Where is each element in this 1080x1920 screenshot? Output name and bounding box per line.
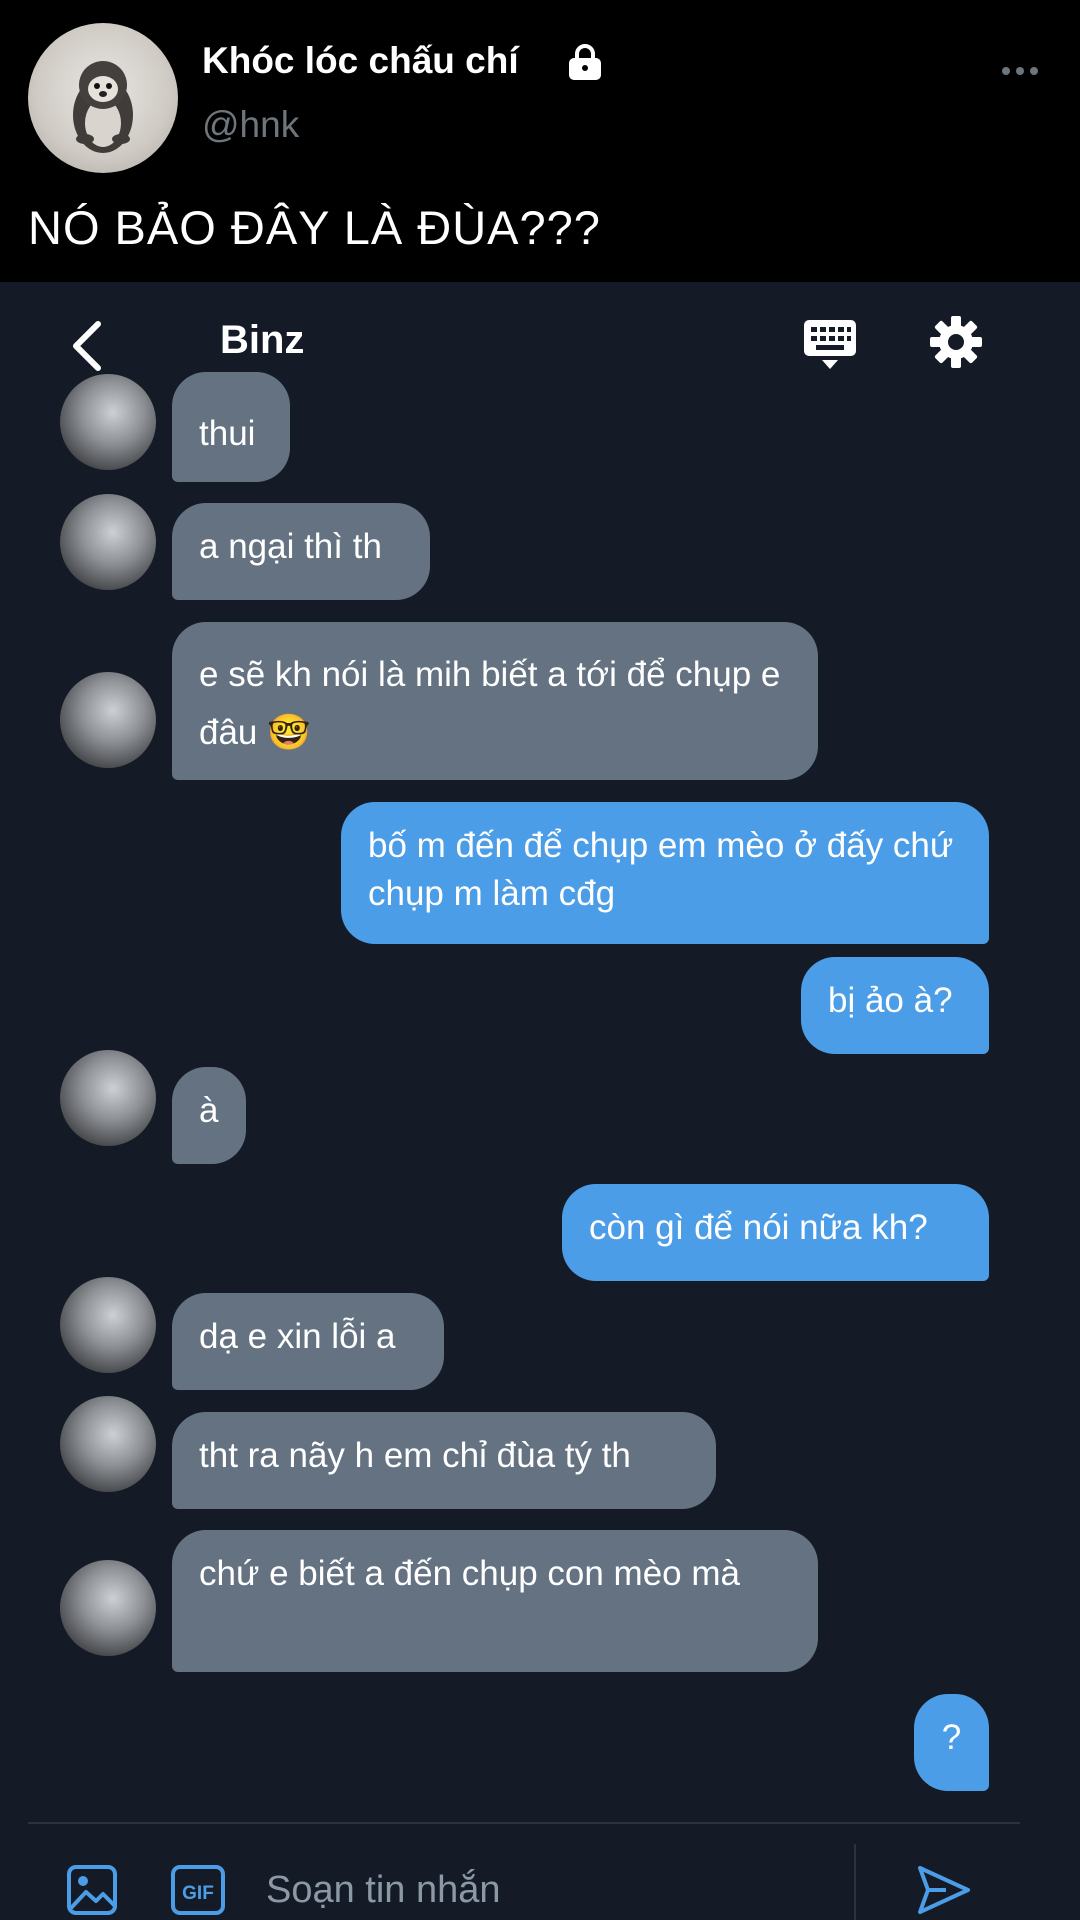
gif-icon[interactable]: GIF	[170, 1864, 226, 1916]
tweet-header: Khóc lóc chấu chí @hnk NÓ BẢO ĐÂY LÀ ĐÙA…	[0, 0, 1080, 280]
profile-avatar[interactable]	[28, 23, 178, 173]
message-bubble-outgoing[interactable]: bị ảo à?	[801, 957, 989, 1054]
message-bubble-incoming[interactable]: thui	[172, 372, 290, 482]
display-name[interactable]: Khóc lóc chấu chí	[202, 40, 519, 82]
send-icon[interactable]	[916, 1862, 972, 1918]
contact-avatar[interactable]	[60, 374, 156, 470]
message-input[interactable]	[266, 1860, 826, 1920]
keyboard-icon[interactable]	[802, 316, 858, 372]
contact-avatar[interactable]	[60, 1396, 156, 1492]
gear-icon[interactable]	[928, 314, 984, 370]
back-icon[interactable]	[64, 318, 110, 374]
message-bubble-incoming[interactable]: dạ e xin lỗi a	[172, 1293, 444, 1390]
gif-label: GIF	[182, 1883, 214, 1904]
dm-screenshot: Binz thui a ngại thì th e sẽ kh nói là m…	[0, 282, 1080, 1920]
user-handle[interactable]: @hnk	[202, 104, 299, 146]
more-icon[interactable]	[1000, 64, 1040, 78]
message-bubble-incoming[interactable]: chứ e biết a đến chụp con mèo mà	[172, 1530, 818, 1672]
contact-avatar[interactable]	[60, 1277, 156, 1373]
message-bubble-incoming[interactable]: a ngại thì th	[172, 503, 430, 600]
contact-avatar[interactable]	[60, 494, 156, 590]
dm-topbar: Binz	[0, 282, 1080, 402]
message-bubble-outgoing[interactable]: còn gì để nói nữa kh?	[562, 1184, 989, 1281]
message-bubble-incoming[interactable]: à	[172, 1067, 246, 1164]
message-list[interactable]: thui a ngại thì th e sẽ kh nói là mih bi…	[0, 372, 1080, 1822]
message-bubble-incoming[interactable]: tht ra nãy h em chỉ đùa tý th	[172, 1412, 716, 1509]
composer-divider	[854, 1844, 856, 1920]
chat-title[interactable]: Binz	[220, 318, 304, 363]
lock-icon	[569, 44, 601, 80]
message-bubble-incoming[interactable]: e sẽ kh nói là mih biết a tới để chụp e …	[172, 622, 818, 780]
contact-avatar[interactable]	[60, 1560, 156, 1656]
tweet-text: NÓ BẢO ĐÂY LÀ ĐÙA???	[28, 201, 601, 254]
message-composer: GIF	[28, 1822, 1020, 1920]
contact-avatar[interactable]	[60, 1050, 156, 1146]
image-icon[interactable]	[66, 1864, 118, 1916]
contact-avatar[interactable]	[60, 672, 156, 768]
message-bubble-outgoing[interactable]: bố m đến để chụp em mèo ở đấy chứ chụp m…	[341, 802, 989, 944]
message-bubble-outgoing[interactable]: ?	[914, 1694, 989, 1791]
